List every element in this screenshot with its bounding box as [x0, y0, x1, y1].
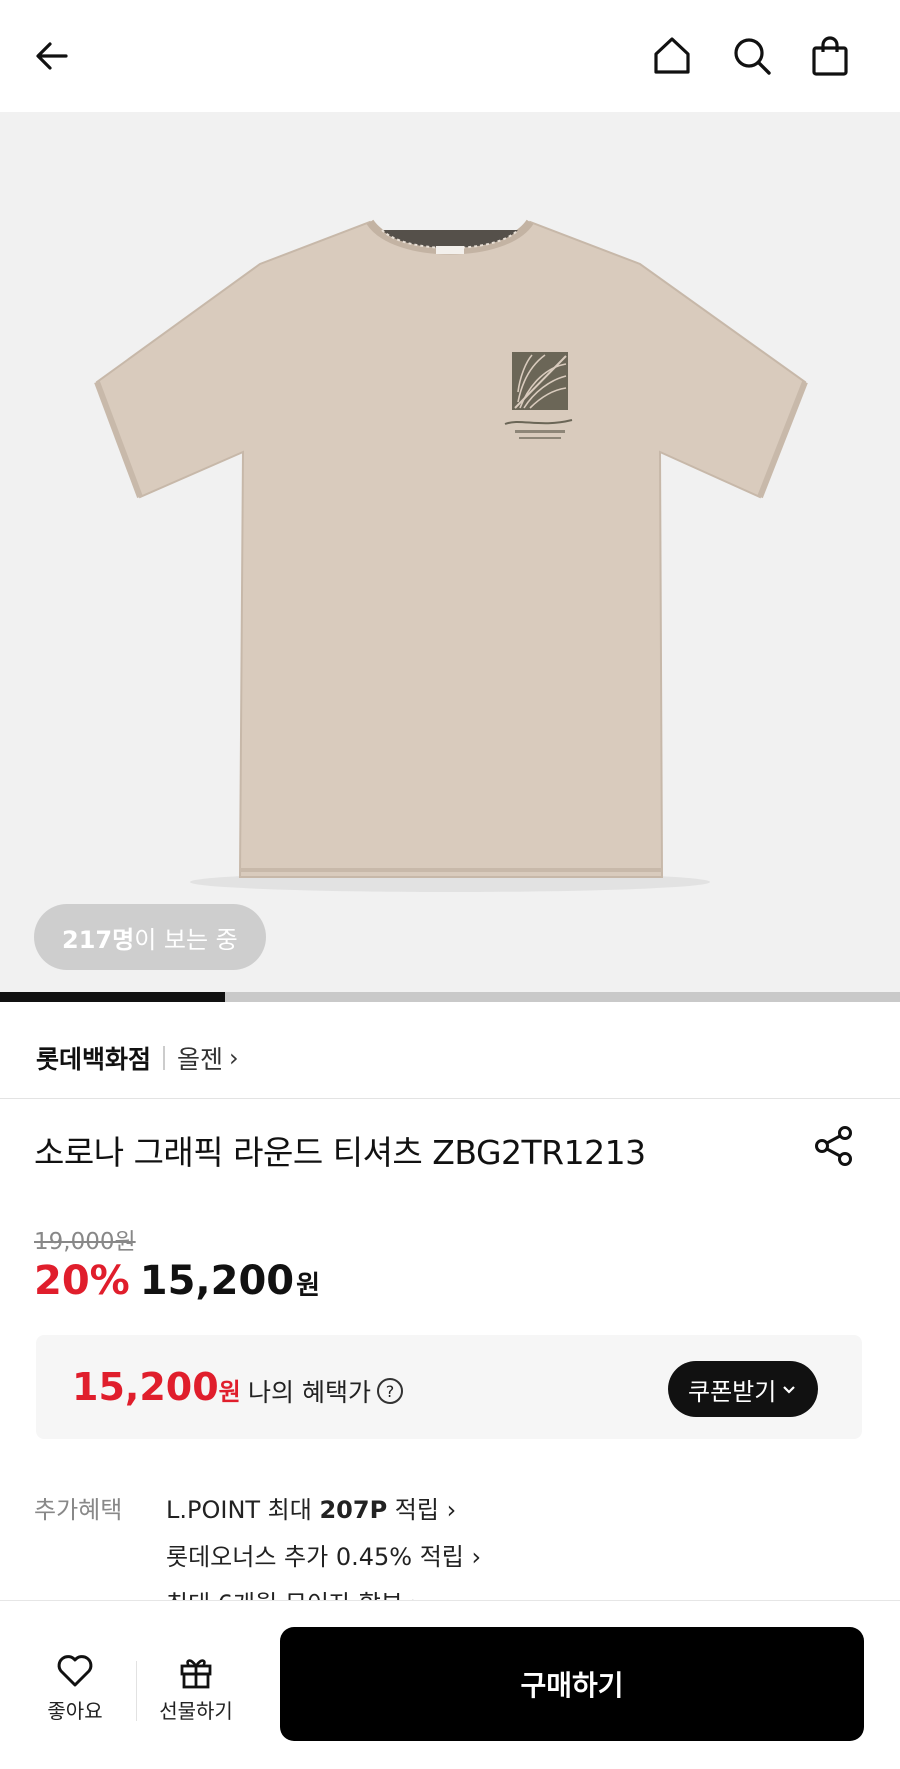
extra-benefits-label: 추가혜택 — [34, 1496, 123, 1524]
benefit-label-row: 나의 혜택가 ? — [248, 1373, 403, 1409]
department-store-name[interactable]: 롯데백화점 — [36, 1040, 151, 1076]
coupon-button-label: 쿠폰받기 — [688, 1377, 777, 1406]
viewers-count: 217명 — [62, 925, 135, 954]
image-progress-fill — [0, 992, 225, 1002]
arrow-left-icon[interactable] — [26, 30, 78, 82]
chevron-right-icon: › — [229, 1044, 239, 1072]
benefit-points: 207P — [319, 1496, 388, 1524]
like-label: 좋아요 — [47, 1699, 103, 1723]
extra-benefit-lpoint[interactable]: L.POINT 최대 207P 적립 › — [166, 1490, 456, 1525]
benefit-text-suffix: 적립 › — [387, 1496, 457, 1524]
product-image[interactable]: 217명 이 보는 중 — [0, 112, 900, 992]
product-title: 소로나 그래픽 라운드 티셔츠 ZBG2TR1213 — [34, 1133, 646, 1172]
section-divider — [0, 1098, 900, 1099]
viewers-text: 이 보는 중 — [134, 925, 238, 954]
original-price: 19,000원 — [34, 1229, 136, 1255]
gift-icon — [151, 1651, 241, 1695]
buy-button[interactable]: 구매하기 — [280, 1627, 864, 1741]
heart-icon — [30, 1651, 120, 1695]
gift-button[interactable]: 선물하기 — [151, 1651, 241, 1724]
divider — [136, 1661, 137, 1721]
benefit-currency: 원 — [218, 1378, 241, 1406]
bottom-action-bar: 좋아요 선물하기 구매하기 — [0, 1600, 900, 1769]
benefit-text: L.POINT 최대 — [166, 1496, 320, 1524]
price-row: 20% 15,200 원 — [34, 1258, 320, 1304]
coupon-download-button[interactable]: 쿠폰받기 — [668, 1361, 819, 1417]
tshirt-image — [94, 219, 808, 892]
shopping-bag-icon[interactable] — [804, 30, 856, 82]
top-navigation-bar — [0, 0, 900, 112]
divider — [163, 1046, 166, 1070]
chevron-down-icon — [783, 1386, 796, 1394]
gift-label: 선물하기 — [159, 1699, 233, 1723]
search-icon[interactable] — [726, 30, 778, 82]
benefit-price: 15,200원 — [72, 1365, 241, 1409]
extra-benefit-lotte-owners[interactable]: 롯데오너스 추가 0.45% 적립 › — [166, 1537, 481, 1572]
sale-price: 15,200 — [139, 1258, 295, 1304]
image-progress-bar — [0, 992, 900, 1002]
currency-unit: 원 — [296, 1271, 321, 1301]
question-icon[interactable]: ? — [376, 1378, 403, 1404]
live-viewers-badge: 217명 이 보는 중 — [34, 904, 266, 970]
brand-link[interactable]: 올젠 — [177, 1040, 223, 1076]
benefit-label: 나의 혜택가 — [248, 1378, 371, 1407]
benefit-price-value: 15,200 — [72, 1365, 219, 1409]
discount-rate: 20% — [34, 1258, 130, 1304]
seller-brand-row[interactable]: 롯데백화점 올젠 › — [36, 1040, 239, 1076]
share-icon[interactable] — [812, 1124, 856, 1168]
benefit-text: 롯데오너스 추가 0.45% 적립 › — [166, 1543, 482, 1571]
benefit-price-box: 15,200원 나의 혜택가 ? 쿠폰받기 — [36, 1335, 862, 1439]
like-button[interactable]: 좋아요 — [30, 1651, 120, 1724]
home-icon[interactable] — [646, 30, 698, 82]
